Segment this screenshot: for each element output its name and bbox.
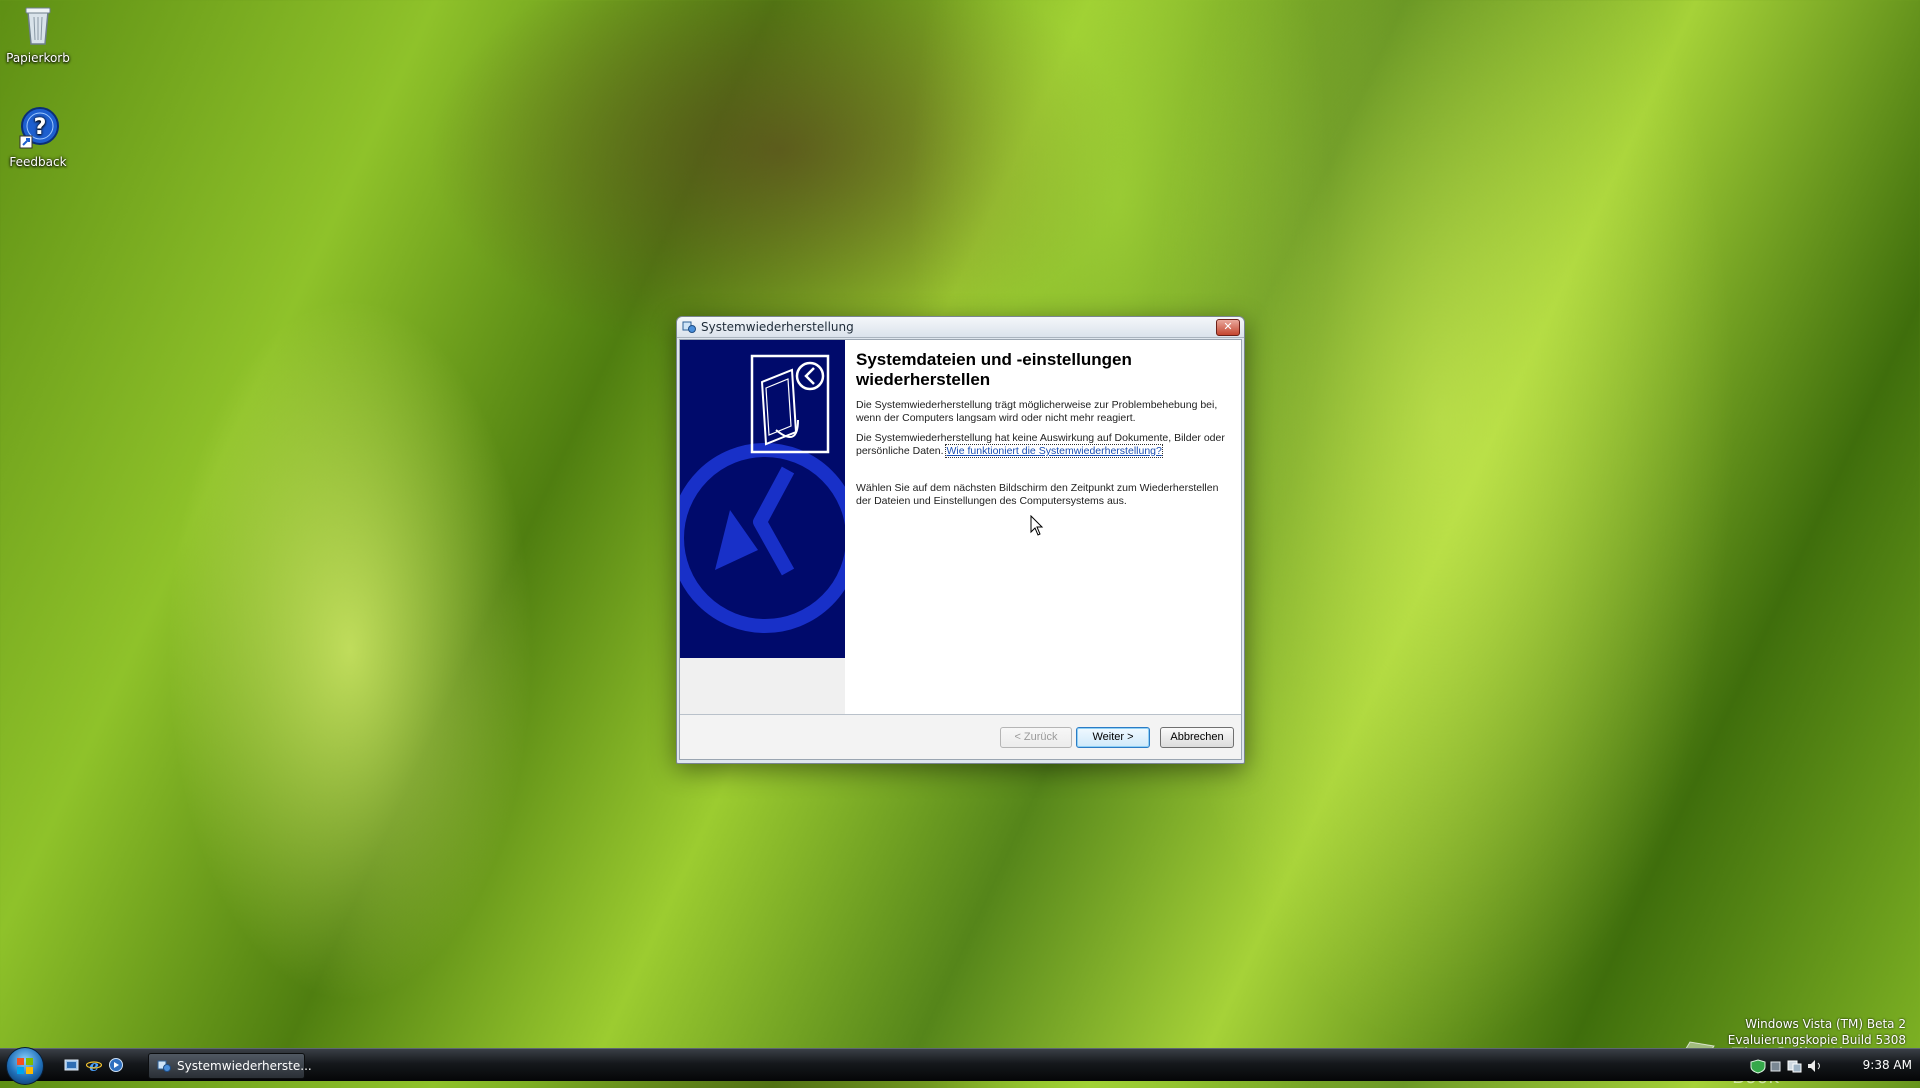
dialog-titlebar[interactable]: Systemwiederherstellung ✕ (677, 317, 1244, 338)
desktop-icon-feedback[interactable]: ? Feedback (4, 106, 72, 169)
wizard-content: Systemdateien und -einstellungen wiederh… (856, 350, 1226, 515)
how-it-works-link[interactable]: Wie funktioniert die Systemwiederherstel… (945, 444, 1163, 458)
language-icon (1770, 1061, 1781, 1072)
desktop-icon-recycle-bin[interactable]: Papierkorb (4, 2, 72, 65)
next-button[interactable]: Weiter > (1076, 727, 1150, 748)
page-title: Systemdateien und -einstellungen wiederh… (856, 350, 1132, 389)
media-player-icon[interactable] (108, 1057, 124, 1073)
desktop-icon-label: Feedback (9, 155, 67, 169)
svg-text:e: e (89, 1057, 99, 1073)
volume-icon (1808, 1060, 1820, 1072)
taskbar-button-system-restore[interactable]: Systemwiederherste... (148, 1053, 312, 1079)
windows-logo-icon (17, 1058, 33, 1074)
feedback-icon: ? (19, 107, 59, 149)
intro-text: Die Systemwiederherstellung trägt möglic… (856, 399, 1218, 424)
dialog-client-area: Systemdateien und -einstellungen wiederh… (679, 339, 1242, 760)
desktop-icon-label: Papierkorb (6, 51, 70, 65)
system-restore-icon (157, 1060, 171, 1072)
back-button[interactable]: < Zurück (1000, 727, 1072, 748)
mouse-cursor-icon (1030, 515, 1044, 536)
internet-explorer-icon[interactable]: e (86, 1057, 102, 1073)
svg-text:?: ? (34, 115, 47, 140)
system-restore-dialog: Systemwiederherstellung ✕ Systemdateien … (676, 316, 1245, 764)
security-icon (1750, 1059, 1766, 1074)
taskbar-button-label: Systemwiederherste... (177, 1059, 312, 1073)
recycle-bin-icon (25, 7, 51, 45)
system-tray: 9:38 AM (1730, 1049, 1920, 1081)
taskbar: e Systemwiederherste... 9:38 AM (0, 1047, 1920, 1085)
watermark-line-1: Windows Vista (TM) Beta 2 (1745, 1017, 1906, 1031)
cancel-button[interactable]: Abbrechen (1160, 727, 1234, 748)
system-restore-illustration (680, 354, 845, 633)
info-text: Die Systemwiederherstellung hat keine Au… (856, 432, 1226, 458)
taskbar-clock[interactable]: 9:38 AM (1863, 1058, 1912, 1072)
side-panel-footer (680, 658, 845, 714)
close-button[interactable]: ✕ (1216, 319, 1240, 336)
tray-icons (1750, 1059, 1820, 1074)
show-desktop-icon[interactable] (64, 1057, 80, 1073)
wizard-button-row: < Zurück Weiter > Abbrechen (680, 715, 1241, 759)
network-icon (1787, 1060, 1802, 1073)
dialog-title: Systemwiederherstellung (701, 320, 854, 334)
close-icon: ✕ (1223, 320, 1233, 333)
start-button[interactable] (6, 1047, 44, 1085)
wizard-side-panel (680, 340, 845, 658)
system-restore-icon (682, 321, 696, 333)
instruction-text: Wählen Sie auf dem nächsten Bildschirm d… (856, 482, 1219, 507)
